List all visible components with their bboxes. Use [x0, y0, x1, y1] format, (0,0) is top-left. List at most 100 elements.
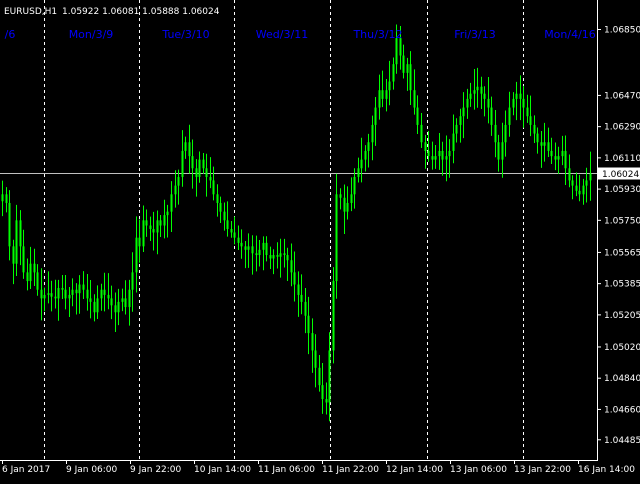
candle-body — [385, 90, 388, 99]
candle-body — [497, 142, 500, 160]
y-tick-label: 1.05385 — [604, 280, 640, 290]
candle-body — [202, 159, 205, 169]
candle-body — [455, 124, 458, 134]
candle-body — [89, 298, 92, 302]
candle-body — [114, 305, 117, 313]
candle-body — [166, 211, 169, 216]
candle-body — [142, 220, 145, 247]
candle-body — [578, 190, 581, 195]
candle-body — [198, 159, 201, 177]
candle-body — [93, 301, 96, 313]
candle-body — [219, 202, 222, 212]
candle-body — [406, 64, 409, 73]
candle-body — [304, 301, 307, 316]
day-label: Fri/3/13 — [454, 28, 496, 41]
candle-body — [251, 246, 254, 254]
candle-body — [469, 93, 472, 99]
candle-body — [409, 64, 412, 91]
candle-body — [519, 93, 522, 99]
candle-body — [314, 350, 317, 368]
candle-body — [494, 124, 497, 143]
candle-body — [473, 90, 476, 94]
candle-body — [237, 237, 240, 243]
candle-body — [589, 173, 592, 181]
candle-body — [540, 142, 543, 146]
x-tick-label: 9 Jan 22:00 — [130, 465, 182, 475]
candle-body — [561, 150, 564, 157]
y-tick-label: 1.06470 — [604, 91, 640, 101]
x-tick-label: 16 Jan 14:00 — [578, 465, 635, 475]
candle-body — [564, 150, 567, 169]
candle-body — [265, 242, 268, 256]
candle-body — [283, 253, 286, 256]
candle-body — [416, 107, 419, 125]
current-price-label: 1.06024 — [602, 170, 639, 180]
candle-body — [332, 281, 335, 351]
candle-body — [367, 142, 370, 151]
candle-body — [82, 284, 85, 290]
day-label: Mon/4/16 — [544, 28, 596, 41]
candle-body — [15, 220, 18, 264]
candle-body — [272, 255, 275, 259]
candle-body — [110, 298, 113, 306]
candle-body — [188, 142, 191, 157]
candle-body — [135, 237, 138, 273]
candle-body — [571, 180, 574, 186]
candle-body — [22, 246, 25, 273]
candle-body — [286, 255, 289, 261]
candle-body — [300, 294, 303, 302]
candle-body — [78, 284, 81, 294]
candle-body — [8, 202, 11, 247]
candle-body — [138, 237, 141, 247]
y-tick-label: 1.05020 — [604, 343, 640, 353]
candle-body — [40, 289, 43, 299]
candle-body — [441, 150, 444, 160]
candle-body — [226, 220, 229, 229]
candle-body — [311, 333, 314, 351]
candle-body — [293, 272, 296, 285]
x-tick-label: 11 Jan 22:00 — [322, 465, 379, 475]
candle-body — [335, 194, 338, 282]
candle-body — [240, 242, 243, 247]
candle-body — [522, 98, 525, 108]
candle-body — [392, 64, 395, 82]
candle-body — [269, 255, 272, 259]
candle-body — [262, 242, 265, 250]
candle-body — [448, 150, 451, 157]
candle-body — [462, 107, 465, 117]
candle-body — [233, 232, 236, 238]
candle-body — [307, 315, 310, 334]
candle-body — [547, 142, 550, 151]
candle-body — [424, 142, 427, 151]
candle-body — [360, 159, 363, 169]
y-tick-label: 1.06110 — [604, 154, 640, 164]
day-label: Tue/3/10 — [161, 28, 209, 41]
day-label: Wed/3/11 — [256, 28, 308, 41]
candle-body — [96, 298, 99, 313]
x-tick-label: 12 Jan 14:00 — [386, 465, 443, 475]
candle-body — [431, 156, 434, 160]
candle-body — [557, 156, 560, 160]
candle-body — [174, 185, 177, 195]
candle-body — [420, 124, 423, 143]
candle-body — [128, 289, 131, 308]
y-tick-label: 1.05930 — [604, 185, 640, 195]
candle-body — [212, 180, 215, 195]
candle-body — [321, 385, 324, 400]
candle-body — [68, 294, 71, 299]
candle-body — [244, 246, 247, 250]
y-tick-label: 1.06850 — [604, 25, 640, 35]
candle-body — [353, 176, 356, 195]
x-tick-label: 13 Jan 22:00 — [514, 465, 571, 475]
candle-body — [117, 301, 120, 313]
chart-symbol-label: EURUSD,H1 — [4, 7, 57, 17]
candle-body — [512, 98, 515, 108]
candle-body — [343, 197, 346, 212]
candle-body — [466, 98, 469, 108]
candle-body — [124, 298, 127, 308]
candle-body — [258, 249, 261, 256]
candle-body — [230, 229, 233, 233]
candle-body — [71, 289, 74, 295]
candle-body — [445, 156, 448, 160]
day-label: Thu/3/12 — [352, 28, 402, 41]
